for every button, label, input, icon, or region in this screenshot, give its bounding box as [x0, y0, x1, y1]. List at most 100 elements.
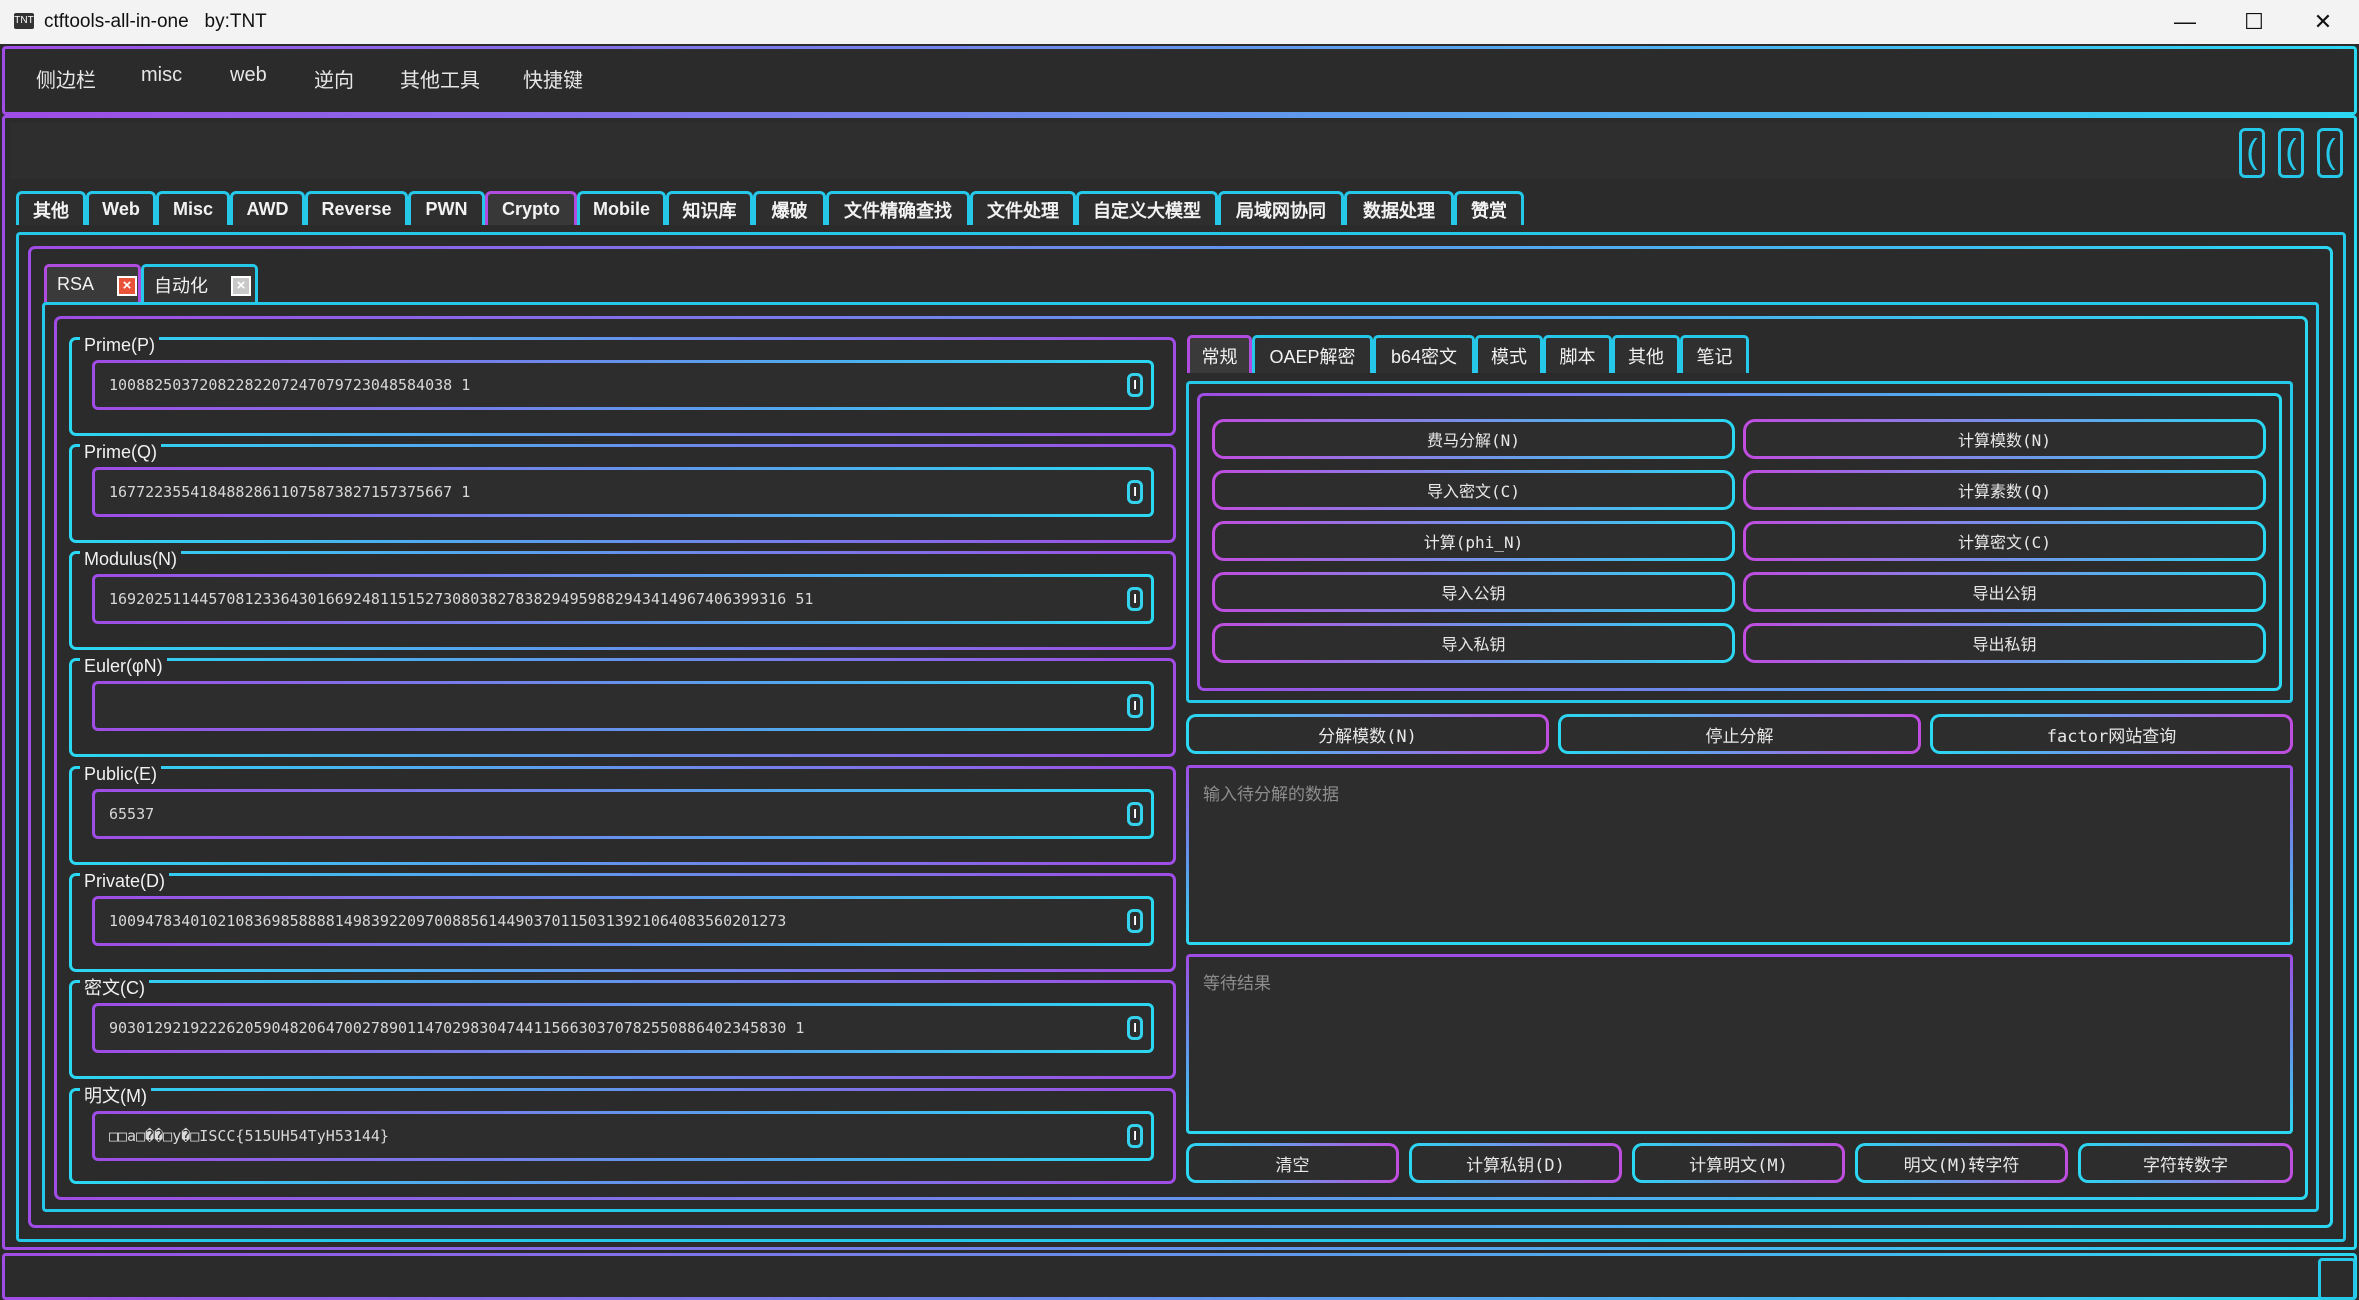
result-placeholder: 等待结果: [1203, 974, 1271, 993]
label-prime-q: Prime(Q): [80, 442, 161, 462]
tab-mobile[interactable]: Mobile: [577, 191, 666, 225]
plaintext-to-chars-button[interactable]: 明文(M)转字符: [1855, 1143, 2068, 1183]
maximize-button[interactable]: ☐: [2221, 0, 2287, 44]
factor-modulus-button[interactable]: 分解模数(N): [1186, 714, 1549, 754]
tab-custom-llm[interactable]: 自定义大模型: [1076, 191, 1218, 225]
status-corner-button[interactable]: [2318, 1258, 2356, 1300]
tab-mode[interactable]: 模式: [1475, 335, 1543, 373]
cursor-icon[interactable]: I: [1127, 694, 1143, 718]
label-private-d: Private(D): [80, 871, 170, 891]
label-modulus-n: Modulus(N): [80, 549, 182, 569]
label-euler: Euler(φN): [80, 656, 167, 676]
ciphertext-field[interactable]: 9030129219222620590482064700278901147029…: [92, 1003, 1154, 1053]
cursor-icon[interactable]: I: [1127, 480, 1143, 504]
plaintext-field[interactable]: □□a□��□y�□ISCC{515UH54TyH53144} I: [92, 1111, 1154, 1161]
label-ciphertext: 密文(C): [80, 978, 149, 998]
tab-web[interactable]: Web: [86, 191, 156, 225]
compute-plaintext-button[interactable]: 计算明文(M): [1632, 1143, 1845, 1183]
tab-misc[interactable]: Misc: [156, 191, 230, 225]
result-output[interactable]: 等待结果: [1186, 954, 2293, 1134]
c-shaped-icon[interactable]: (: [2239, 128, 2265, 178]
euler-field[interactable]: I: [92, 681, 1154, 731]
label-public-e: Public(E): [80, 764, 162, 784]
tab-notes[interactable]: 笔记: [1680, 335, 1749, 373]
tab-file-search[interactable]: 文件精确查找: [826, 191, 970, 225]
import-ciphertext-button[interactable]: 导入密文(C): [1212, 470, 1735, 510]
subtab-automation[interactable]: 自动化 ×: [141, 264, 258, 302]
menu-sidebar[interactable]: 侧边栏: [36, 64, 96, 93]
tab-other[interactable]: 其他: [16, 191, 86, 225]
menu-misc[interactable]: misc: [141, 64, 182, 87]
cursor-icon[interactable]: I: [1127, 909, 1143, 933]
plaintext-value: □□a□��□y�□ISCC{515UH54TyH53144}: [109, 1127, 389, 1145]
prime-p-value: 10088250372082282207247079723048584038 1: [109, 376, 471, 394]
compute-ciphertext-button[interactable]: 计算密文(C): [1743, 521, 2266, 561]
import-private-key-button[interactable]: 导入私钥: [1212, 623, 1735, 663]
fermat-factor-button[interactable]: 费马分解(N): [1212, 419, 1735, 459]
tab-oaep-decrypt[interactable]: OAEP解密: [1252, 335, 1373, 373]
factor-input[interactable]: 输入待分解的数据: [1186, 765, 2293, 945]
clear-button[interactable]: 清空: [1186, 1143, 1399, 1183]
compute-prime-button[interactable]: 计算素数(Q): [1743, 470, 2266, 510]
label-prime-p: Prime(P): [80, 335, 159, 355]
menu-web[interactable]: web: [230, 64, 267, 87]
subtab-rsa-label: RSA: [57, 274, 95, 294]
factordb-query-button[interactable]: factor网站查询: [1930, 714, 2293, 754]
close-icon[interactable]: ×: [231, 276, 251, 296]
tab-script[interactable]: 脚本: [1543, 335, 1612, 373]
cursor-icon[interactable]: I: [1127, 373, 1143, 397]
header-strip: [10, 123, 2320, 179]
chars-to-number-button[interactable]: 字符转数字: [2078, 1143, 2293, 1183]
status-bar: [2, 1253, 2357, 1300]
tab-misc-ops[interactable]: 其他: [1612, 335, 1680, 373]
export-public-key-button[interactable]: 导出公钥: [1743, 572, 2266, 612]
cursor-icon[interactable]: I: [1127, 1124, 1143, 1148]
tab-pwn[interactable]: PWN: [408, 191, 485, 225]
export-private-key-button[interactable]: 导出私钥: [1743, 623, 2266, 663]
menu-bar: [2, 46, 2357, 115]
compute-private-key-button[interactable]: 计算私钥(D): [1409, 1143, 1622, 1183]
tab-crypto[interactable]: Crypto: [485, 191, 577, 225]
private-d-field[interactable]: 1009478340102108369858888149839220970088…: [92, 896, 1154, 946]
close-icon[interactable]: ×: [117, 276, 137, 296]
public-e-field[interactable]: 65537 I: [92, 789, 1154, 839]
subtab-automation-label: 自动化: [154, 275, 208, 296]
subtab-rsa[interactable]: RSA ×: [44, 264, 141, 302]
import-public-key-button[interactable]: 导入公钥: [1212, 572, 1735, 612]
menu-other-tools[interactable]: 其他工具: [400, 64, 480, 93]
c-shaped-icon[interactable]: (: [2317, 128, 2343, 178]
compute-phi-button[interactable]: 计算(phi_N): [1212, 521, 1735, 561]
modulus-n-value: 1692025114457081233643016692481151527308…: [109, 590, 814, 608]
tab-lan-collab[interactable]: 局域网协同: [1218, 191, 1344, 225]
title-bar: TNT ctftools-all-in-one by:TNT — ☐ ✕: [0, 0, 2359, 44]
menu-reverse[interactable]: 逆向: [314, 64, 354, 93]
minimize-button[interactable]: —: [2152, 0, 2218, 44]
modulus-n-field[interactable]: 1692025114457081233643016692481151527308…: [92, 574, 1154, 624]
prime-p-field[interactable]: 10088250372082282207247079723048584038 1…: [92, 360, 1154, 410]
cursor-icon[interactable]: I: [1127, 1016, 1143, 1040]
cursor-icon[interactable]: I: [1127, 802, 1143, 826]
prime-q-field[interactable]: 16772235541848828611075873827157375667 1…: [92, 467, 1154, 517]
tab-b64-ciphertext[interactable]: b64密文: [1373, 335, 1475, 373]
c-shaped-icon[interactable]: (: [2278, 128, 2304, 178]
tab-brute-force[interactable]: 爆破: [753, 191, 826, 225]
factor-input-placeholder: 输入待分解的数据: [1203, 785, 1339, 804]
app-icon: TNT: [14, 13, 34, 29]
menu-shortcuts[interactable]: 快捷键: [523, 64, 583, 93]
tab-general[interactable]: 常规: [1187, 335, 1252, 373]
tab-awd[interactable]: AWD: [230, 191, 305, 225]
tab-data-processing[interactable]: 数据处理: [1344, 191, 1454, 225]
stop-factor-button[interactable]: 停止分解: [1558, 714, 1921, 754]
public-e-value: 65537: [109, 805, 155, 823]
compute-modulus-button[interactable]: 计算模数(N): [1743, 419, 2266, 459]
tab-donate[interactable]: 赞赏: [1454, 191, 1524, 225]
close-window-button[interactable]: ✕: [2290, 0, 2356, 44]
tab-file-processing[interactable]: 文件处理: [970, 191, 1076, 225]
cursor-icon[interactable]: I: [1127, 587, 1143, 611]
private-d-value: 1009478340102108369858888149839220970088…: [109, 912, 787, 930]
tab-knowledge-base[interactable]: 知识库: [666, 191, 753, 225]
label-plaintext: 明文(M): [80, 1086, 151, 1106]
prime-q-value: 16772235541848828611075873827157375667 1: [109, 483, 471, 501]
ciphertext-value: 9030129219222620590482064700278901147029…: [109, 1019, 805, 1037]
tab-reverse[interactable]: Reverse: [305, 191, 408, 225]
